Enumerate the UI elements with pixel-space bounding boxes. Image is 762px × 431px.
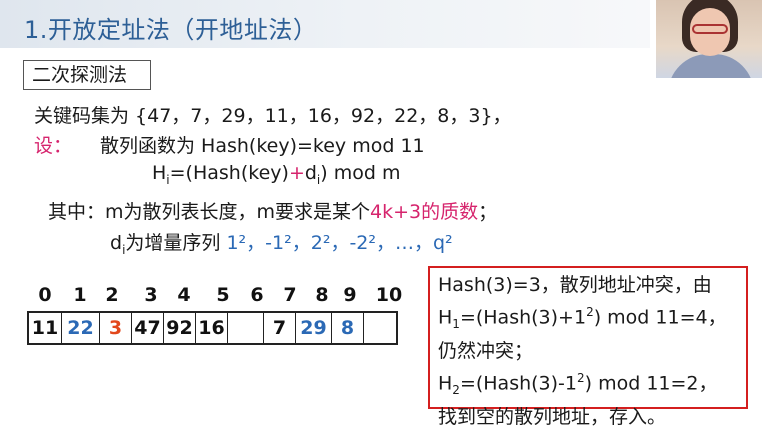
hash-cell: 16 [196, 313, 228, 343]
index-label: 5 [216, 284, 230, 306]
note-h1-sup: 2 [586, 305, 594, 319]
index-label: 6 [250, 284, 264, 306]
hash-cell [228, 313, 264, 343]
index-label: 4 [177, 284, 191, 306]
note-line-2: H1=(Hash(3)+12) mod 11=4， [438, 299, 738, 338]
note-h2-sub: 2 [452, 383, 460, 398]
note-h2-text: =(Hash(3)-1 [459, 372, 577, 395]
note-h1-end: ) mod 11=4， [593, 306, 727, 329]
note-h2: H [438, 372, 453, 395]
note-line-4: H2=(Hash(3)-12) mod 11=2， [438, 365, 738, 404]
di-line: di为增量序列 1²，-1²，2²，-2²，…，q² [110, 228, 453, 257]
method-label: 二次探测法 [23, 60, 151, 90]
hash-cell: 8 [332, 313, 364, 343]
index-label: 0 [38, 284, 52, 306]
collision-note: Hash(3)=3，散列地址冲突，由 H1=(Hash(3)+12) mod 1… [428, 266, 748, 428]
note-h1-sub: 1 [452, 317, 460, 332]
section-title: 1.开放定址法（开地址法） [24, 16, 318, 44]
note-line-3: 仍然冲突； [438, 340, 534, 363]
hi-suffix: ) mod m [320, 162, 401, 184]
index-label: 2 [105, 284, 119, 306]
hash-table: 11 22 3 47 92 16 7 29 8 [27, 311, 398, 345]
hash-cell: 3 [100, 313, 132, 343]
index-label: 9 [343, 284, 357, 306]
hash-cell: 47 [132, 313, 164, 343]
note-h1-text: =(Hash(3)+1 [459, 306, 587, 329]
di-sequence: 1²，-1²，2²，-2²，…，q² [226, 232, 453, 254]
index-label: 1 [73, 284, 87, 306]
presenter-body [668, 54, 754, 78]
note-h2-sup: 2 [577, 371, 585, 386]
let-label: 设： [34, 135, 73, 157]
hash-function-line: 散列函数为 Hash(key)=key mod 11 [100, 135, 425, 157]
di-d: d [110, 232, 123, 254]
note-h2-end: ) mod 11=2， [584, 372, 718, 395]
index-label: 10 [375, 284, 403, 306]
hash-cell: 7 [264, 313, 296, 343]
keyset-line: 关键码集为 {47，7，29，11，16，92，22，8，3}， [34, 105, 512, 127]
where-line: 其中：m为散列表长度，m要求是某个4k+3的质数； [48, 197, 497, 224]
hash-cell: 92 [164, 313, 196, 343]
di-text: 为增量序列 [125, 232, 221, 254]
note-h1: H [438, 306, 453, 329]
presenter-glasses [692, 24, 728, 34]
index-label: 7 [283, 284, 297, 306]
hi-mid: =(Hash(key) [169, 162, 289, 184]
index-label: 3 [144, 284, 158, 306]
hi-plus: + [288, 162, 305, 184]
hi-h: H [152, 162, 167, 184]
note-line-5: 找到空的散列地址，存入。 [438, 406, 667, 429]
note-line-1: Hash(3)=3，散列地址冲突，由 [438, 274, 712, 296]
presenter-video [656, 0, 762, 78]
hi-formula: Hi=(Hash(key)+di) mod m [152, 162, 400, 187]
hash-cell: 29 [296, 313, 332, 343]
hash-cell: 11 [29, 313, 62, 343]
where-text: 其中：m为散列表长度，m要求是某个 [48, 201, 371, 223]
hash-cell: 22 [62, 313, 100, 343]
where-highlight: 4k+3的质数 [370, 201, 479, 223]
hi-d: d [304, 162, 317, 184]
where-end: ； [478, 201, 498, 223]
hash-cell [364, 313, 396, 343]
